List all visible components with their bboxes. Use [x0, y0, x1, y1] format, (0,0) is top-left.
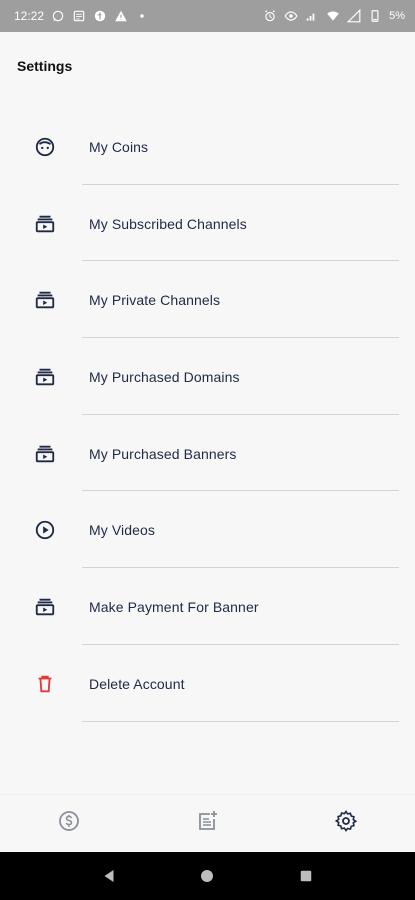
- page-title: Settings: [17, 58, 73, 74]
- settings-item-label: My Private Channels: [89, 292, 221, 309]
- channel-stack-icon: [33, 365, 57, 389]
- settings-item-make-payment-for-banner[interactable]: Make Payment For Banner: [0, 568, 415, 645]
- warning-icon: [114, 9, 128, 23]
- gear-icon: [334, 809, 358, 838]
- settings-item-label: Make Payment For Banner: [89, 599, 259, 616]
- channel-stack-icon: [33, 288, 57, 312]
- settings-item-my-videos[interactable]: My Videos: [0, 491, 415, 569]
- app-icon: [93, 9, 107, 23]
- settings-item-my-purchased-banners[interactable]: My Purchased Banners: [0, 415, 415, 492]
- nav-post-button[interactable]: [177, 795, 237, 853]
- divider: [82, 720, 399, 722]
- status-left: 12:22: [14, 9, 149, 23]
- dollar-coin-icon: [57, 809, 81, 838]
- eye-icon: [284, 9, 298, 23]
- coin-face-icon: [33, 135, 57, 159]
- news-icon: [72, 9, 86, 23]
- bottom-nav: [0, 794, 415, 852]
- settings-item-my-subscribed-channels[interactable]: My Subscribed Channels: [0, 185, 415, 262]
- back-button[interactable]: [89, 856, 129, 896]
- battery-percent: 5%: [389, 10, 405, 22]
- signal-lte-icon: [305, 9, 319, 23]
- settings-list: My Coins My Subscribed Channels My Priva…: [0, 108, 415, 722]
- channel-stack-icon: [33, 442, 57, 466]
- channel-stack-icon: [33, 595, 57, 619]
- alarm-icon: [263, 9, 277, 23]
- play-circle-icon: [33, 518, 57, 542]
- settings-item-label: Delete Account: [89, 675, 185, 692]
- home-button[interactable]: [187, 856, 227, 896]
- settings-item-delete-account[interactable]: Delete Account: [0, 645, 415, 722]
- settings-item-my-coins[interactable]: My Coins: [0, 108, 415, 185]
- battery-icon: [368, 9, 382, 23]
- settings-item-my-purchased-domains[interactable]: My Purchased Domains: [0, 338, 415, 415]
- nav-coins-button[interactable]: [39, 795, 99, 853]
- settings-item-label: My Coins: [89, 139, 149, 155]
- status-time: 12:22: [14, 9, 45, 23]
- settings-item-label: My Subscribed Channels: [89, 215, 247, 232]
- settings-item-label: My Purchased Banners: [89, 445, 237, 462]
- whatsapp-icon: [51, 9, 65, 23]
- nav-settings-button[interactable]: [316, 795, 376, 853]
- post-add-icon: [195, 809, 219, 838]
- system-nav-bar: [0, 852, 415, 900]
- trash-icon: [33, 672, 57, 696]
- status-bar: 12:22 5%: [0, 0, 415, 32]
- channel-stack-icon: [33, 212, 57, 236]
- recents-button[interactable]: [286, 856, 326, 896]
- status-right: 5%: [263, 9, 405, 23]
- settings-item-label: My Purchased Domains: [89, 369, 240, 386]
- settings-item-label: My Videos: [89, 522, 156, 539]
- wifi-icon: [326, 9, 340, 23]
- cell-signal-icon: [347, 9, 361, 23]
- settings-item-my-private-channels[interactable]: My Private Channels: [0, 261, 415, 339]
- dot-icon: [135, 9, 149, 23]
